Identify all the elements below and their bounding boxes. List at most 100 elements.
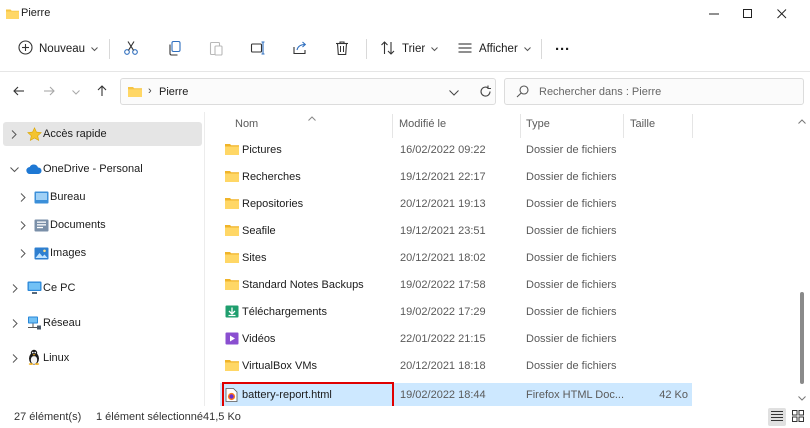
file-date: 20/12/2021 18:18 xyxy=(400,360,486,372)
tiles-view-button[interactable] xyxy=(789,408,807,426)
file-type: Dossier de fichiers xyxy=(526,279,617,291)
table-row[interactable]: Repositories 20/12/2021 19:13 Dossier de… xyxy=(220,192,692,216)
recent-locations-button[interactable] xyxy=(66,82,86,102)
sidebar-item-label: Documents xyxy=(50,219,106,231)
file-date: 22/01/2022 21:15 xyxy=(400,333,486,345)
chevron-down-icon xyxy=(72,86,80,98)
copy-button[interactable] xyxy=(167,37,183,61)
sidebar-item-documents[interactable]: Documents xyxy=(0,213,205,237)
table-row[interactable]: Recherches 19/12/2021 22:17 Dossier de f… xyxy=(220,165,692,189)
folder-icon xyxy=(6,8,19,22)
delete-button[interactable] xyxy=(334,37,350,61)
arrow-up-icon xyxy=(97,84,107,100)
share-button[interactable] xyxy=(292,37,308,61)
chevron-down-icon[interactable] xyxy=(449,87,459,99)
folder-icon xyxy=(225,278,239,292)
table-row[interactable]: Seafile 19/12/2021 23:51 Dossier de fich… xyxy=(220,219,692,243)
paste-button[interactable] xyxy=(208,37,224,61)
scroll-down-icon[interactable] xyxy=(798,392,806,404)
breadcrumb-separator: › xyxy=(148,85,152,97)
arrow-left-icon xyxy=(13,86,25,99)
file-type: Dossier de fichiers xyxy=(526,306,617,318)
sidebar-item-network[interactable]: Réseau xyxy=(0,311,205,335)
cut-button[interactable] xyxy=(123,37,139,61)
forward-button[interactable] xyxy=(39,82,59,102)
details-view-button[interactable] xyxy=(768,408,786,426)
share-icon xyxy=(292,40,308,59)
navigation-bar: › Pierre xyxy=(0,72,810,112)
vertical-scrollbar[interactable] xyxy=(794,112,810,406)
new-label: Nouveau xyxy=(39,43,86,55)
table-row[interactable]: VirtualBox VMs 20/12/2021 18:18 Dossier … xyxy=(220,354,692,378)
file-type: Dossier de fichiers xyxy=(526,252,617,264)
star-icon xyxy=(26,126,42,142)
search-box[interactable] xyxy=(504,78,804,105)
table-row[interactable]: Pictures 16/02/2022 09:22 Dossier de fic… xyxy=(220,138,692,162)
search-input[interactable] xyxy=(539,84,789,100)
breadcrumb-item[interactable]: Pierre xyxy=(159,86,188,98)
minimize-button[interactable] xyxy=(697,0,730,27)
sidebar-item-quick-access[interactable]: Accès rapide xyxy=(3,122,202,146)
chevron-right-icon[interactable] xyxy=(9,129,19,139)
refresh-icon[interactable] xyxy=(479,85,492,101)
file-name: battery-report.html xyxy=(242,389,332,401)
chevron-down-icon xyxy=(91,43,98,55)
rename-icon xyxy=(250,40,266,59)
navigation-pane: Accès rapide OneDrive - Personal Bureau … xyxy=(0,112,205,406)
sidebar-item-linux[interactable]: Linux xyxy=(0,346,205,370)
table-row[interactable]: Téléchargements 19/02/2022 17:29 Dossier… xyxy=(220,300,692,324)
rename-button[interactable] xyxy=(250,37,266,61)
scissors-icon xyxy=(123,40,139,59)
column-header-name[interactable]: Nom xyxy=(235,118,258,140)
folder-icon xyxy=(225,359,239,373)
table-row[interactable]: Vidéos 22/01/2022 21:15 Dossier de fichi… xyxy=(220,327,692,351)
sidebar-item-desktop[interactable]: Bureau xyxy=(0,185,205,209)
sidebar-item-onedrive[interactable]: OneDrive - Personal xyxy=(0,157,205,181)
folder-icon xyxy=(225,143,239,157)
html-file-icon xyxy=(225,388,239,402)
table-row-selected[interactable]: battery-report.html 19/02/2022 18:44 Fir… xyxy=(220,383,692,407)
back-button[interactable] xyxy=(9,82,29,102)
sort-ascending-icon xyxy=(308,112,316,124)
network-icon xyxy=(26,315,42,331)
file-type: Dossier de fichiers xyxy=(526,198,617,210)
downloads-folder-icon xyxy=(225,305,239,319)
copy-icon xyxy=(167,40,183,59)
table-row[interactable]: Standard Notes Backups 19/02/2022 17:58 … xyxy=(220,273,692,297)
more-options-button[interactable]: ··· xyxy=(555,37,570,61)
chevron-right-icon[interactable] xyxy=(10,318,20,328)
arrow-right-icon xyxy=(43,86,55,99)
file-name: Seafile xyxy=(242,225,276,237)
file-name: Pictures xyxy=(242,144,282,156)
new-button[interactable]: Nouveau xyxy=(18,37,98,61)
sort-button[interactable]: Trier xyxy=(380,37,439,61)
window-title: Pierre xyxy=(21,7,51,19)
address-bar[interactable]: › Pierre xyxy=(120,78,496,105)
chevron-right-icon[interactable] xyxy=(18,248,28,258)
chevron-right-icon[interactable] xyxy=(18,192,28,202)
view-label: Afficher xyxy=(479,43,518,55)
column-header-size[interactable]: Taille xyxy=(630,118,655,140)
plus-circle-icon xyxy=(18,40,33,58)
desktop-folder-icon xyxy=(33,189,49,205)
table-row[interactable]: Sites 20/12/2021 18:02 Dossier de fichie… xyxy=(220,246,692,270)
chevron-down-icon xyxy=(431,43,439,55)
up-button[interactable] xyxy=(92,82,112,102)
scroll-up-icon[interactable] xyxy=(798,115,806,127)
close-button[interactable] xyxy=(765,0,798,27)
view-button[interactable]: Afficher xyxy=(457,37,531,61)
scrollbar-thumb[interactable] xyxy=(800,292,804,384)
column-header-type[interactable]: Type xyxy=(526,118,550,140)
pane-divider[interactable] xyxy=(204,112,205,406)
maximize-button[interactable] xyxy=(731,0,764,27)
column-header-modified[interactable]: Modifié le xyxy=(399,118,446,140)
chevron-right-icon[interactable] xyxy=(18,220,28,230)
sidebar-item-pictures[interactable]: Images xyxy=(0,241,205,265)
chevron-down-icon[interactable] xyxy=(9,165,19,175)
file-date: 19/02/2022 17:29 xyxy=(400,306,486,318)
folder-icon xyxy=(225,251,239,265)
file-name: Recherches xyxy=(242,171,301,183)
chevron-right-icon[interactable] xyxy=(10,353,20,363)
chevron-right-icon[interactable] xyxy=(10,283,20,293)
sidebar-item-this-pc[interactable]: Ce PC xyxy=(0,276,205,300)
